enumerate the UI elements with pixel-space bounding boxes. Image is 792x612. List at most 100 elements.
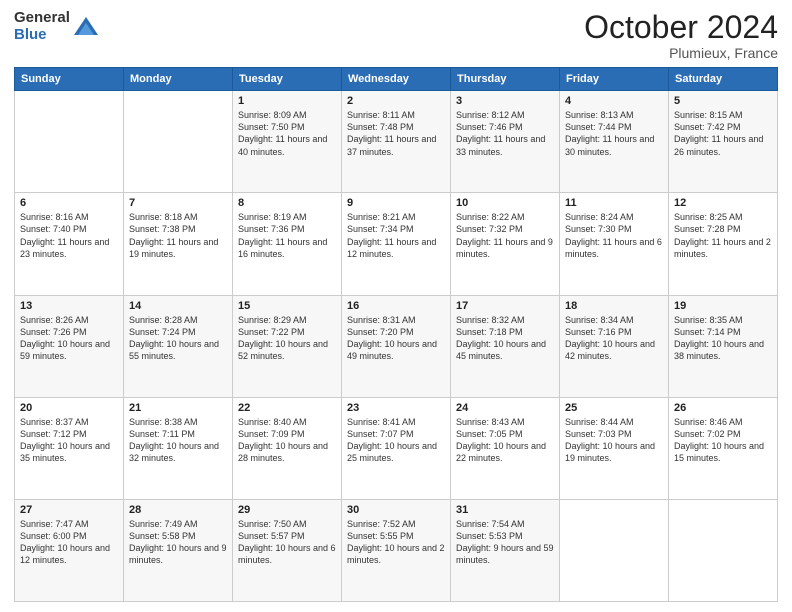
logo-general: General (14, 10, 70, 27)
day-info: Sunrise: 8:40 AMSunset: 7:09 PMDaylight:… (238, 416, 336, 465)
day-number: 12 (674, 197, 772, 209)
header-row: Sunday Monday Tuesday Wednesday Thursday… (15, 68, 778, 91)
day-info: Sunrise: 8:25 AMSunset: 7:28 PMDaylight:… (674, 211, 772, 260)
day-info: Sunrise: 8:46 AMSunset: 7:02 PMDaylight:… (674, 416, 772, 465)
day-number: 5 (674, 95, 772, 107)
col-friday: Friday (560, 68, 669, 91)
day-info: Sunrise: 8:28 AMSunset: 7:24 PMDaylight:… (129, 314, 227, 363)
calendar-week-5: 27Sunrise: 7:47 AMSunset: 6:00 PMDayligh… (15, 499, 778, 601)
day-number: 23 (347, 402, 445, 414)
day-info: Sunrise: 8:19 AMSunset: 7:36 PMDaylight:… (238, 211, 336, 260)
day-info: Sunrise: 8:38 AMSunset: 7:11 PMDaylight:… (129, 416, 227, 465)
day-info: Sunrise: 8:29 AMSunset: 7:22 PMDaylight:… (238, 314, 336, 363)
day-number: 10 (456, 197, 554, 209)
month-title: October 2024 (584, 10, 778, 45)
calendar-cell: 8 Sunrise: 8:19 AMSunset: 7:36 PMDaylight… (233, 193, 342, 295)
calendar-cell: 6Sunrise: 8:16 AMSunset: 7:40 PMDaylight… (15, 193, 124, 295)
day-number: 27 (20, 504, 118, 516)
calendar-cell: 11Sunrise: 8:24 AMSunset: 7:30 PMDayligh… (560, 193, 669, 295)
day-number: 18 (565, 300, 663, 312)
top-bar: General Blue October 2024 Plumieux, Fran… (14, 10, 778, 61)
calendar-cell: 10 Sunrise: 8:22 AMSunset: 7:32 PMDayligh… (451, 193, 560, 295)
day-number: 13 (20, 300, 118, 312)
day-info: Sunrise: 8:41 AMSunset: 7:07 PMDaylight:… (347, 416, 445, 465)
day-info: Sunrise: 8:35 AMSunset: 7:14 PMDaylight:… (674, 314, 772, 363)
title-block: October 2024 Plumieux, France (584, 10, 778, 61)
day-info: Sunrise: 8:43 AMSunset: 7:05 PMDaylight:… (456, 416, 554, 465)
calendar-cell: 17 Sunrise: 8:32 AMSunset: 7:18 PMDayligh… (451, 295, 560, 397)
day-info: Sunrise: 7:49 AMSunset: 5:58 PMDaylight:… (129, 518, 227, 567)
calendar-cell: 5 Sunrise: 8:15 AMSunset: 7:42 PMDaylight… (669, 91, 778, 193)
day-info: Sunrise: 7:50 AMSunset: 5:57 PMDaylight:… (238, 518, 336, 567)
day-number: 19 (674, 300, 772, 312)
calendar-cell: 16 Sunrise: 8:31 AMSunset: 7:20 PMDayligh… (342, 295, 451, 397)
col-tuesday: Tuesday (233, 68, 342, 91)
day-number: 15 (238, 300, 336, 312)
day-number: 29 (238, 504, 336, 516)
calendar-week-2: 6Sunrise: 8:16 AMSunset: 7:40 PMDaylight… (15, 193, 778, 295)
day-info: Sunrise: 7:54 AMSunset: 5:53 PMDaylight:… (456, 518, 554, 567)
col-saturday: Saturday (669, 68, 778, 91)
day-info: Sunrise: 8:15 AMSunset: 7:42 PMDaylight:… (674, 109, 772, 158)
calendar-cell: 12 Sunrise: 8:25 AMSunset: 7:28 PMDayligh… (669, 193, 778, 295)
day-info: Sunrise: 8:26 AMSunset: 7:26 PMDaylight:… (20, 314, 118, 363)
day-number: 2 (347, 95, 445, 107)
day-info: Sunrise: 8:32 AMSunset: 7:18 PMDaylight:… (456, 314, 554, 363)
calendar-cell (15, 91, 124, 193)
day-info: Sunrise: 8:09 AMSunset: 7:50 PMDaylight:… (238, 109, 336, 158)
calendar-cell: 2 Sunrise: 8:11 AMSunset: 7:48 PMDaylight… (342, 91, 451, 193)
calendar-cell: 19 Sunrise: 8:35 AMSunset: 7:14 PMDayligh… (669, 295, 778, 397)
calendar-cell: 15 Sunrise: 8:29 AMSunset: 7:22 PMDayligh… (233, 295, 342, 397)
calendar-week-4: 20 Sunrise: 8:37 AMSunset: 7:12 PMDayligh… (15, 397, 778, 499)
day-number: 28 (129, 504, 227, 516)
day-number: 6 (20, 197, 118, 209)
day-info: Sunrise: 8:18 AMSunset: 7:38 PMDaylight:… (129, 211, 227, 260)
calendar-cell: 18 Sunrise: 8:34 AMSunset: 7:16 PMDayligh… (560, 295, 669, 397)
day-info: Sunrise: 8:11 AMSunset: 7:48 PMDaylight:… (347, 109, 445, 158)
calendar-cell (124, 91, 233, 193)
calendar-cell: 25Sunrise: 8:44 AMSunset: 7:03 PMDayligh… (560, 397, 669, 499)
day-number: 25 (565, 402, 663, 414)
calendar-cell: 31 Sunrise: 7:54 AMSunset: 5:53 PMDayligh… (451, 499, 560, 601)
day-number: 11 (565, 197, 663, 209)
col-wednesday: Wednesday (342, 68, 451, 91)
day-info: Sunrise: 8:13 AMSunset: 7:44 PMDaylight:… (565, 109, 663, 158)
day-number: 3 (456, 95, 554, 107)
logo-blue: Blue (14, 27, 70, 44)
day-info: Sunrise: 8:37 AMSunset: 7:12 PMDaylight:… (20, 416, 118, 465)
col-sunday: Sunday (15, 68, 124, 91)
calendar-week-3: 13 Sunrise: 8:26 AMSunset: 7:26 PMDayligh… (15, 295, 778, 397)
calendar-cell (669, 499, 778, 601)
calendar-cell: 20 Sunrise: 8:37 AMSunset: 7:12 PMDayligh… (15, 397, 124, 499)
calendar-cell: 28 Sunrise: 7:49 AMSunset: 5:58 PMDayligh… (124, 499, 233, 601)
calendar-cell: 30Sunrise: 7:52 AMSunset: 5:55 PMDayligh… (342, 499, 451, 601)
calendar-cell: 22Sunrise: 8:40 AMSunset: 7:09 PMDayligh… (233, 397, 342, 499)
col-monday: Monday (124, 68, 233, 91)
day-number: 21 (129, 402, 227, 414)
day-number: 26 (674, 402, 772, 414)
day-info: Sunrise: 8:21 AMSunset: 7:34 PMDaylight:… (347, 211, 445, 260)
day-info: Sunrise: 8:34 AMSunset: 7:16 PMDaylight:… (565, 314, 663, 363)
day-number: 9 (347, 197, 445, 209)
calendar-cell (560, 499, 669, 601)
day-info: Sunrise: 8:22 AMSunset: 7:32 PMDaylight:… (456, 211, 554, 260)
day-number: 31 (456, 504, 554, 516)
day-number: 20 (20, 402, 118, 414)
day-number: 17 (456, 300, 554, 312)
calendar-week-1: 1Sunrise: 8:09 AMSunset: 7:50 PMDaylight… (15, 91, 778, 193)
day-number: 7 (129, 197, 227, 209)
day-number: 8 (238, 197, 336, 209)
calendar-cell: 26 Sunrise: 8:46 AMSunset: 7:02 PMDayligh… (669, 397, 778, 499)
logo: General Blue (14, 10, 100, 43)
logo-text: General Blue (14, 10, 70, 43)
logo-icon (72, 13, 100, 41)
day-info: Sunrise: 8:31 AMSunset: 7:20 PMDaylight:… (347, 314, 445, 363)
calendar-cell: 13 Sunrise: 8:26 AMSunset: 7:26 PMDayligh… (15, 295, 124, 397)
day-info: Sunrise: 7:52 AMSunset: 5:55 PMDaylight:… (347, 518, 445, 567)
calendar-cell: 27Sunrise: 7:47 AMSunset: 6:00 PMDayligh… (15, 499, 124, 601)
calendar-cell: 3Sunrise: 8:12 AMSunset: 7:46 PMDaylight… (451, 91, 560, 193)
day-number: 16 (347, 300, 445, 312)
col-thursday: Thursday (451, 68, 560, 91)
calendar-header: Sunday Monday Tuesday Wednesday Thursday… (15, 68, 778, 91)
calendar-cell: 23 Sunrise: 8:41 AMSunset: 7:07 PMDayligh… (342, 397, 451, 499)
